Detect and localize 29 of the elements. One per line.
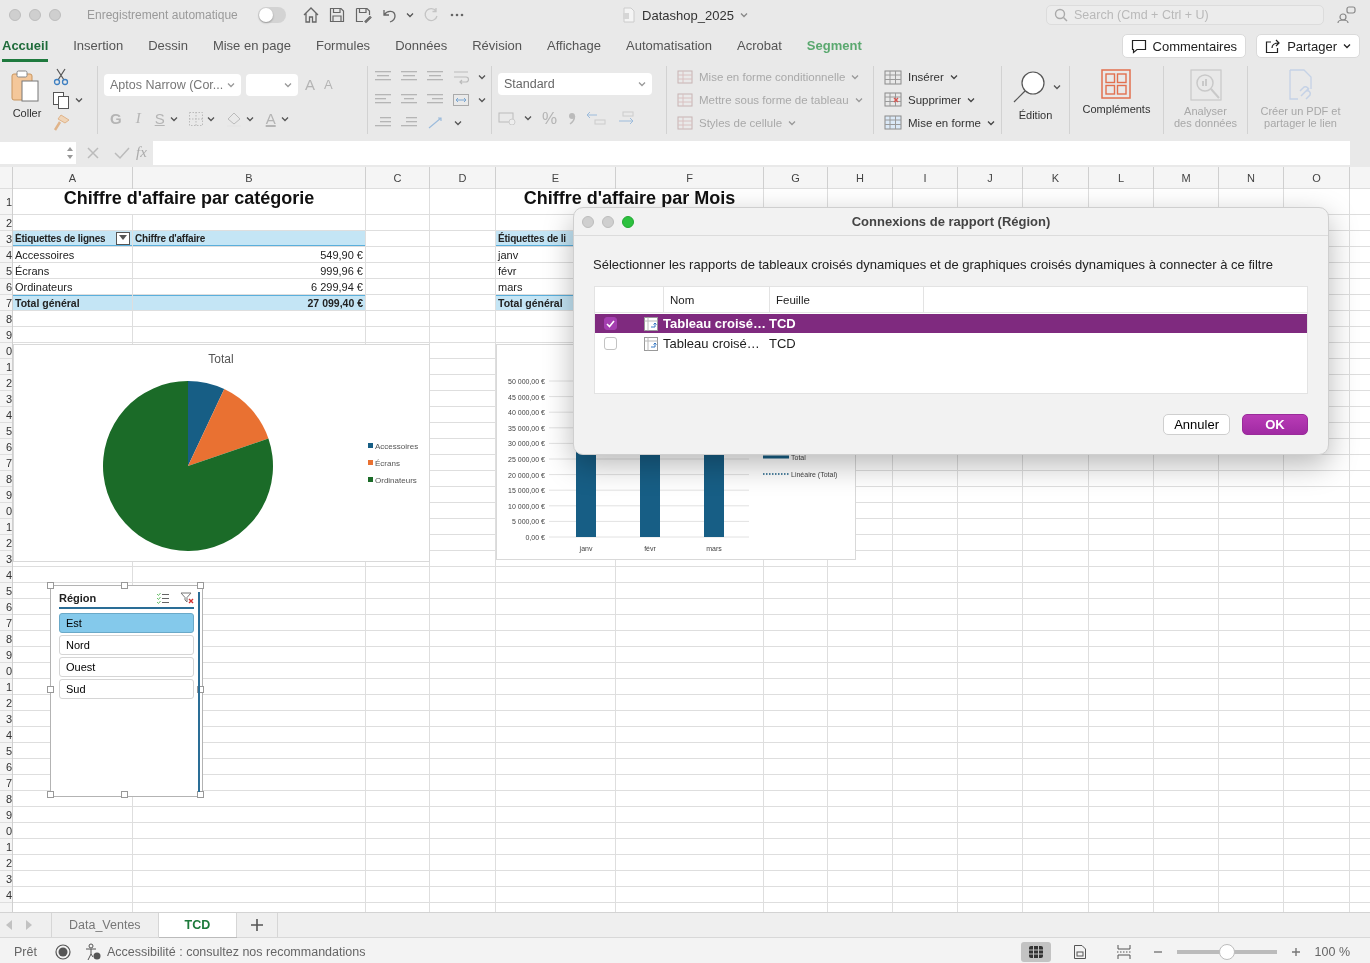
chart-title: Total: [208, 352, 234, 366]
table-cell-text: mars: [497, 279, 524, 294]
table-cell: 27 099,40 €: [133, 295, 365, 310]
table-header: Chiffre d'affaire: [133, 231, 365, 246]
table-cell-text: Écrans: [14, 263, 51, 278]
legend-label: Écrans: [375, 459, 400, 468]
sheet-name: TCD: [769, 336, 796, 351]
table-cell-text: janv: [496, 247, 520, 262]
table-cell-text: 549,90 €: [319, 247, 364, 262]
table-header: Étiquettes de lignes: [15, 232, 106, 244]
document-title: Datashop_2025: [642, 7, 734, 23]
legend-item: Accessoires: [368, 442, 419, 451]
sheet-title: Chiffre d'affaire par catégorie: [62, 189, 316, 210]
sheet-name: TCD: [769, 316, 796, 331]
dialog-prompt: Sélectionner les rapports de tableaux croisés dynamiques et de graphiques croisés dynamiques à connecter à ce filtre: [593, 257, 1274, 272]
autosave-label: Enregistrement automatique: [87, 8, 238, 22]
legend-item: Écrans: [368, 459, 400, 468]
report-name: Tableau croisé…: [663, 316, 768, 331]
status-text: Prêt: [14, 944, 37, 959]
legend-item: Ordinateurs: [368, 476, 417, 485]
table-cell-text: Accessoires: [14, 247, 76, 262]
sheet-title: Chiffre d'affaire par Mois: [522, 189, 737, 210]
slicer-title: Région: [59, 592, 97, 604]
dialog-title: Connexions de rapport (Région): [851, 214, 1051, 229]
report-name: Tableau croisé…: [663, 336, 761, 351]
table-cell-text: Ordinateurs: [14, 279, 74, 294]
table-cell-text: 6 299,94 €: [310, 279, 364, 294]
table-cell: Total général: [13, 295, 132, 310]
table-cell-text: 999,96 €: [319, 263, 364, 278]
